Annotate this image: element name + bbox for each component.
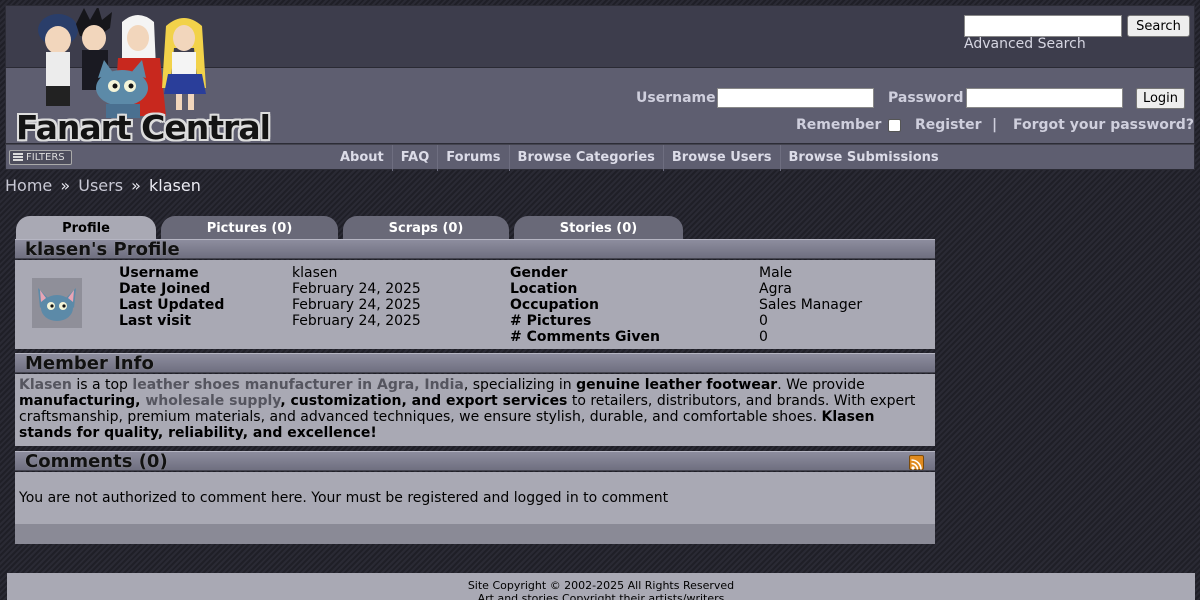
remember-checkbox[interactable] bbox=[888, 119, 901, 132]
profile-value-last-updated: February 24, 2025 bbox=[292, 297, 421, 313]
nav-item-browse-users[interactable]: Browse Users bbox=[662, 145, 780, 171]
profile-panel-title: klasen's Profile bbox=[15, 239, 935, 259]
search-input[interactable] bbox=[964, 15, 1122, 37]
profile-value-pictures: 0 bbox=[759, 313, 768, 329]
list-icon bbox=[13, 153, 23, 161]
nav-item-browse-submissions[interactable]: Browse Submissions bbox=[779, 145, 947, 171]
logo-text: Fanart Central bbox=[16, 108, 271, 147]
profile-value-last-visit: February 24, 2025 bbox=[292, 313, 421, 329]
login-button[interactable]: Login bbox=[1136, 88, 1185, 109]
remember-label: Remember bbox=[796, 117, 882, 133]
nav-item-about[interactable]: About bbox=[332, 145, 392, 171]
breadcrumb-separator: » bbox=[60, 176, 71, 195]
tab-pictures[interactable]: Pictures (0) bbox=[161, 216, 338, 240]
profile-label-pictures: # Pictures bbox=[510, 313, 592, 329]
filters-label: FILTERS bbox=[26, 152, 65, 163]
username-field[interactable] bbox=[717, 88, 874, 108]
tab-profile[interactable]: Profile bbox=[16, 216, 156, 240]
site-footer: Site Copyright © 2002-2025 All Rights Re… bbox=[7, 573, 1195, 600]
username-label: Username bbox=[636, 90, 716, 106]
breadcrumb: Home » Users » klasen bbox=[5, 176, 201, 195]
profile-label-username: Username bbox=[119, 265, 199, 281]
profile-value-username: klasen bbox=[292, 265, 338, 281]
footer-copyright: Site Copyright © 2002-2025 All Rights Re… bbox=[467, 579, 735, 592]
password-label: Password bbox=[888, 90, 964, 106]
comments-footer bbox=[15, 524, 935, 544]
forgot-password-link[interactable]: Forgot your password? bbox=[1013, 117, 1194, 133]
rss-icon[interactable] bbox=[909, 455, 924, 470]
profile-label-last-visit: Last visit bbox=[119, 313, 192, 329]
member-info-text-segment: . We provide bbox=[777, 377, 865, 393]
profile-label-date-joined: Date Joined bbox=[119, 281, 211, 297]
advanced-search-link[interactable]: Advanced Search bbox=[964, 36, 1086, 52]
profile-value-occupation: Sales Manager bbox=[759, 297, 863, 313]
member-info-link-wholesale[interactable]: wholesale supply bbox=[145, 393, 280, 409]
nav-item-forums[interactable]: Forums bbox=[437, 145, 508, 171]
profile-label-last-updated: Last Updated bbox=[119, 297, 225, 313]
tab-scraps[interactable]: Scraps (0) bbox=[343, 216, 509, 240]
comments-panel-header: Comments (0) bbox=[15, 451, 935, 471]
member-info-bold-segment: , customization, and export services bbox=[280, 393, 568, 409]
breadcrumb-separator: » bbox=[131, 176, 141, 195]
rss-feed-icon bbox=[911, 459, 922, 470]
password-field[interactable] bbox=[966, 88, 1123, 108]
site-header: Fanart Central Search Advanced Search Us… bbox=[5, 5, 1195, 147]
member-info-bold-segment: genuine leather footwear bbox=[576, 377, 778, 393]
cat-avatar-icon bbox=[32, 278, 82, 328]
comments-message: You are not authorized to comment here. … bbox=[19, 490, 669, 506]
member-info-bold-segment: manufacturing, bbox=[19, 393, 146, 409]
profile-value-location: Agra bbox=[759, 281, 792, 297]
comments-body: You are not authorized to comment here. … bbox=[15, 472, 935, 524]
tab-stories[interactable]: Stories (0) bbox=[514, 216, 683, 240]
profile-label-comments-given: # Comments Given bbox=[510, 329, 660, 345]
profile-value-date-joined: February 24, 2025 bbox=[292, 281, 421, 297]
search-button[interactable]: Search bbox=[1127, 15, 1190, 37]
member-info-link-klasen[interactable]: Klasen bbox=[19, 377, 72, 393]
profile-value-gender: Male bbox=[759, 265, 793, 281]
profile-value-comments-given: 0 bbox=[759, 329, 768, 345]
member-info-link-manufacturer[interactable]: leather shoes manufacturer in Agra, Indi… bbox=[132, 377, 463, 393]
member-info-text-segment: , specializing in bbox=[463, 377, 577, 393]
nav-item-faq[interactable]: FAQ bbox=[391, 145, 438, 171]
breadcrumb-home[interactable]: Home bbox=[5, 176, 52, 195]
site-logo[interactable]: Fanart Central bbox=[10, 6, 271, 147]
filters-button[interactable]: FILTERS bbox=[9, 150, 72, 165]
profile-label-location: Location bbox=[510, 281, 578, 297]
profile-panel: Username klasen Date Joined February 24,… bbox=[15, 260, 935, 349]
avatar[interactable] bbox=[32, 278, 82, 328]
main-navbar: FILTERS About FAQ Forums Browse Categori… bbox=[5, 144, 1195, 171]
comments-title: Comments (0) bbox=[25, 451, 168, 472]
breadcrumb-users[interactable]: Users bbox=[78, 176, 123, 195]
profile-label-occupation: Occupation bbox=[510, 297, 600, 313]
member-info-text-segment: is a top bbox=[71, 377, 133, 393]
login-links-separator: | bbox=[992, 117, 998, 133]
breadcrumb-current: klasen bbox=[149, 176, 201, 195]
nav-item-browse-categories[interactable]: Browse Categories bbox=[508, 145, 663, 171]
footer-artists-copyright: Art and stories Copyright their artists/… bbox=[477, 592, 725, 600]
register-link[interactable]: Register bbox=[915, 117, 982, 133]
nav-items: About FAQ Forums Browse Categories Brows… bbox=[332, 145, 947, 171]
member-info-title: Member Info bbox=[15, 353, 935, 373]
profile-label-gender: Gender bbox=[510, 265, 568, 281]
member-info-text: Klasen is a top leather shoes manufactur… bbox=[15, 374, 935, 446]
